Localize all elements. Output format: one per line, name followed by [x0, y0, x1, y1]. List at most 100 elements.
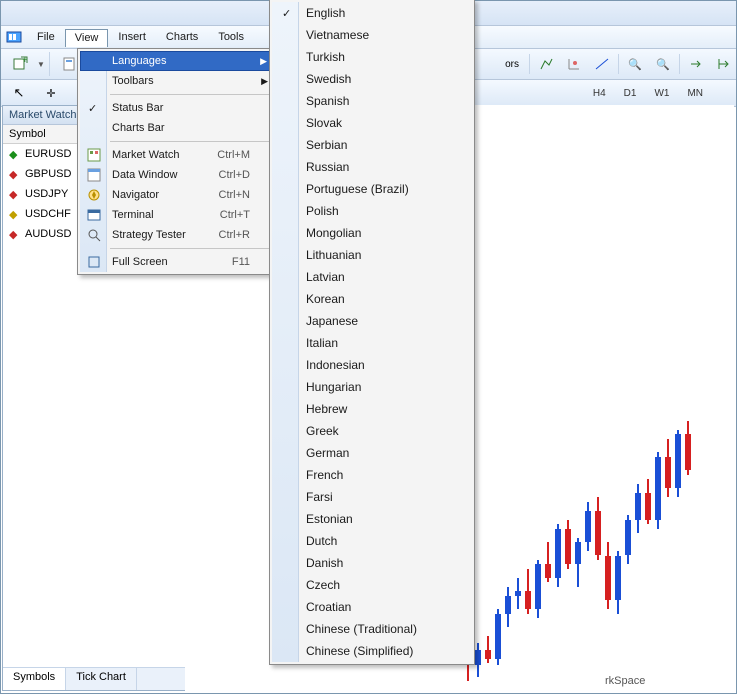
indicator-button-2[interactable] — [562, 52, 586, 76]
indicator-button-1[interactable] — [534, 52, 558, 76]
navigator-icon — [86, 187, 102, 203]
tab-tick-chart[interactable]: Tick Chart — [66, 668, 137, 690]
candlestick-chart — [465, 425, 724, 681]
language-label: Russian — [306, 160, 349, 174]
menu-item-charts-bar[interactable]: Charts Bar — [80, 118, 274, 138]
language-label: Swedish — [306, 72, 351, 86]
menu-item-shortcut: Ctrl+T — [220, 209, 250, 221]
language-label: Turkish — [306, 50, 345, 64]
timeframe-w1[interactable]: W1 — [649, 85, 674, 102]
language-option-chinese-traditional-[interactable]: Chinese (Traditional) — [272, 618, 472, 640]
workspace-label-fragment: rkSpace — [605, 675, 645, 687]
language-option-hungarian[interactable]: Hungarian — [272, 376, 472, 398]
language-option-estonian[interactable]: Estonian — [272, 508, 472, 530]
menu-item-languages[interactable]: Languages▶ — [80, 51, 274, 71]
chevron-down-icon[interactable]: ▼ — [37, 60, 45, 69]
language-option-italian[interactable]: Italian — [272, 332, 472, 354]
language-label: Vietnamese — [306, 28, 369, 42]
crosshair-icon: ✛ — [46, 87, 55, 100]
language-option-swedish[interactable]: Swedish — [272, 68, 472, 90]
cursor-button[interactable]: ↖ — [7, 81, 31, 105]
language-option-mongolian[interactable]: Mongolian — [272, 222, 472, 244]
svg-text:+: + — [22, 56, 28, 66]
language-label: Lithuanian — [306, 248, 361, 262]
menu-file[interactable]: File — [27, 28, 65, 46]
symbol-label: AUDUSD — [25, 228, 71, 240]
language-option-danish[interactable]: Danish — [272, 552, 472, 574]
crosshair-button[interactable]: ✛ — [39, 81, 63, 105]
language-option-english[interactable]: ✓English — [272, 2, 472, 24]
menu-item-label: Full Screen — [112, 256, 168, 268]
tab-symbols[interactable]: Symbols — [3, 668, 66, 690]
language-label: Farsi — [306, 490, 333, 504]
terminal-icon — [86, 207, 102, 223]
language-option-vietnamese[interactable]: Vietnamese — [272, 24, 472, 46]
language-option-croatian[interactable]: Croatian — [272, 596, 472, 618]
menu-item-strategy-tester[interactable]: Strategy Tester Ctrl+R — [80, 225, 274, 245]
menu-tools[interactable]: Tools — [208, 28, 254, 46]
language-option-dutch[interactable]: Dutch — [272, 530, 472, 552]
language-option-german[interactable]: German — [272, 442, 472, 464]
language-option-lithuanian[interactable]: Lithuanian — [272, 244, 472, 266]
market-watch-icon — [86, 147, 102, 163]
language-option-french[interactable]: French — [272, 464, 472, 486]
diamond-icon: ◆ — [9, 208, 21, 220]
app-window: File View Insert Charts Tools + ▼ ors 🔍 … — [0, 0, 737, 694]
language-option-latvian[interactable]: Latvian — [272, 266, 472, 288]
language-label: Portuguese (Brazil) — [306, 182, 409, 196]
chevron-right-icon: ▶ — [260, 56, 267, 67]
zoom-in-icon: 🔍 — [628, 58, 642, 71]
timeframe-mn[interactable]: MN — [682, 85, 708, 102]
menu-charts[interactable]: Charts — [156, 28, 208, 46]
zoom-in-button[interactable]: 🔍 — [623, 52, 647, 76]
language-option-japanese[interactable]: Japanese — [272, 310, 472, 332]
app-icon — [5, 28, 23, 46]
language-label: Latvian — [306, 270, 345, 284]
language-option-slovak[interactable]: Slovak — [272, 112, 472, 134]
indicator-button-3[interactable] — [590, 52, 614, 76]
language-option-portuguese-brazil-[interactable]: Portuguese (Brazil) — [272, 178, 472, 200]
shift-chart-button[interactable] — [684, 52, 708, 76]
language-option-hebrew[interactable]: Hebrew — [272, 398, 472, 420]
language-option-indonesian[interactable]: Indonesian — [272, 354, 472, 376]
language-option-korean[interactable]: Korean — [272, 288, 472, 310]
menu-item-shortcut: Ctrl+R — [219, 229, 250, 241]
language-label: Japanese — [306, 314, 358, 328]
menu-item-label: Status Bar — [112, 102, 163, 114]
zoom-out-button[interactable]: 🔍 — [651, 52, 675, 76]
language-option-czech[interactable]: Czech — [272, 574, 472, 596]
language-option-greek[interactable]: Greek — [272, 420, 472, 442]
language-option-chinese-simplified-[interactable]: Chinese (Simplified) — [272, 640, 472, 662]
chevron-right-icon: ▶ — [261, 76, 268, 87]
language-option-turkish[interactable]: Turkish — [272, 46, 472, 68]
menu-item-shortcut: F11 — [232, 256, 250, 268]
language-option-spanish[interactable]: Spanish — [272, 90, 472, 112]
language-option-russian[interactable]: Russian — [272, 156, 472, 178]
language-label: Italian — [306, 336, 338, 350]
auto-scroll-button[interactable] — [712, 52, 736, 76]
menu-item-full-screen[interactable]: Full Screen F11 — [80, 252, 274, 272]
menu-item-market-watch[interactable]: Market WatchCtrl+M — [80, 145, 274, 165]
fullscreen-icon — [86, 254, 102, 270]
menu-item-navigator[interactable]: NavigatorCtrl+N — [80, 185, 274, 205]
new-chart-button[interactable]: + — [9, 52, 33, 76]
menu-item-terminal[interactable]: TerminalCtrl+T — [80, 205, 274, 225]
menu-item-status-bar[interactable]: ✓Status Bar — [80, 98, 274, 118]
language-label: Dutch — [306, 534, 337, 548]
timeframe-h4[interactable]: H4 — [588, 85, 611, 102]
arrow-down-icon: ◆ — [9, 228, 21, 240]
arrow-down-icon: ◆ — [9, 188, 21, 200]
menu-view[interactable]: View — [65, 29, 109, 47]
language-option-serbian[interactable]: Serbian — [272, 134, 472, 156]
menu-insert[interactable]: Insert — [108, 28, 156, 46]
market-watch-tabs: Symbols Tick Chart — [3, 667, 185, 690]
menu-item-toolbars[interactable]: Toolbars▶ — [80, 71, 274, 91]
menu-separator — [110, 94, 272, 95]
symbol-label: EURUSD — [25, 148, 71, 160]
language-option-polish[interactable]: Polish — [272, 200, 472, 222]
timeframe-d1[interactable]: D1 — [619, 85, 642, 102]
menu-item-data-window[interactable]: Data WindowCtrl+D — [80, 165, 274, 185]
language-option-farsi[interactable]: Farsi — [272, 486, 472, 508]
menu-item-label: Strategy Tester — [112, 229, 186, 241]
language-label: Greek — [306, 424, 339, 438]
